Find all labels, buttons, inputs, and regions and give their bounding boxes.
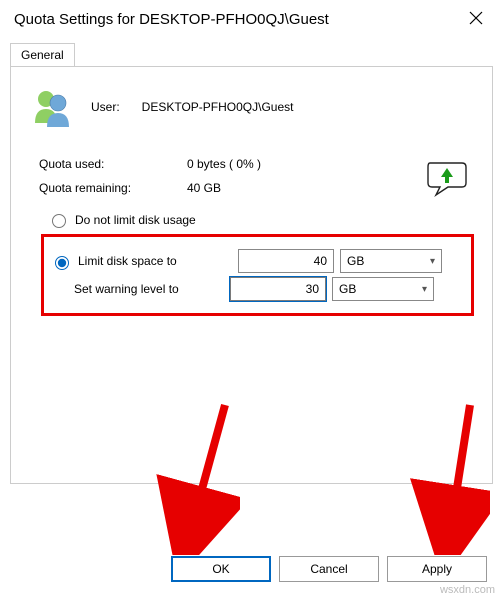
chevron-down-icon: ▾ <box>422 284 427 295</box>
highlight-box: Limit disk space to GB ▾ Set warning lev… <box>41 234 474 316</box>
user-value: DESKTOP-PFHO0QJ\Guest <box>142 100 294 114</box>
chevron-down-icon: ▾ <box>430 256 435 267</box>
warning-unit-value: GB <box>339 282 356 296</box>
quota-used-label: Quota used: <box>39 157 187 171</box>
radio-no-limit-row[interactable]: Do not limit disk usage <box>47 211 478 228</box>
tab-general[interactable]: General <box>10 43 75 67</box>
window-title: Quota Settings for DESKTOP-PFHO0QJ\Guest <box>14 11 329 28</box>
cancel-button[interactable]: Cancel <box>279 556 379 582</box>
users-icon <box>31 87 73 127</box>
limit-value-input[interactable] <box>238 249 334 273</box>
quota-remaining-label: Quota remaining: <box>39 181 187 195</box>
apply-button-label: Apply <box>422 562 452 576</box>
ok-button[interactable]: OK <box>171 556 271 582</box>
quota-block: Quota used: Quota remaining: 0 bytes ( 0… <box>39 157 478 195</box>
cancel-button-label: Cancel <box>310 562 347 576</box>
titlebar: Quota Settings for DESKTOP-PFHO0QJ\Guest <box>0 0 503 38</box>
radio-no-limit-label: Do not limit disk usage <box>75 213 196 227</box>
close-button[interactable] <box>461 8 491 30</box>
quota-used-value: 0 bytes ( 0% ) <box>187 157 261 171</box>
watermark: wsxdn.com <box>440 584 495 596</box>
warning-unit-select[interactable]: GB ▾ <box>332 277 434 301</box>
limit-unit-select[interactable]: GB ▾ <box>340 249 442 273</box>
radio-limit-row[interactable]: Limit disk space to GB ▾ <box>50 249 465 273</box>
radio-limit[interactable] <box>55 256 69 270</box>
radio-limit-label: Limit disk space to <box>78 254 232 268</box>
user-row: User: DESKTOP-PFHO0QJ\Guest <box>31 87 478 127</box>
warning-row: Set warning level to GB ▾ <box>50 277 465 301</box>
warning-label: Set warning level to <box>70 282 224 296</box>
limit-unit-value: GB <box>347 254 364 268</box>
dialog-button-row: OK Cancel Apply <box>171 556 487 582</box>
user-label: User: <box>91 100 120 114</box>
tab-panel-general: User: DESKTOP-PFHO0QJ\Guest Quota used: … <box>10 66 493 484</box>
warning-value-input[interactable] <box>230 277 326 301</box>
ok-button-label: OK <box>212 562 229 576</box>
apply-button[interactable]: Apply <box>387 556 487 582</box>
radio-no-limit[interactable] <box>52 214 66 228</box>
status-bubble-icon <box>426 159 468 202</box>
close-icon <box>469 11 483 25</box>
tab-strip: General <box>0 38 503 66</box>
tab-general-label: General <box>21 48 64 62</box>
quota-remaining-value: 40 GB <box>187 181 261 195</box>
